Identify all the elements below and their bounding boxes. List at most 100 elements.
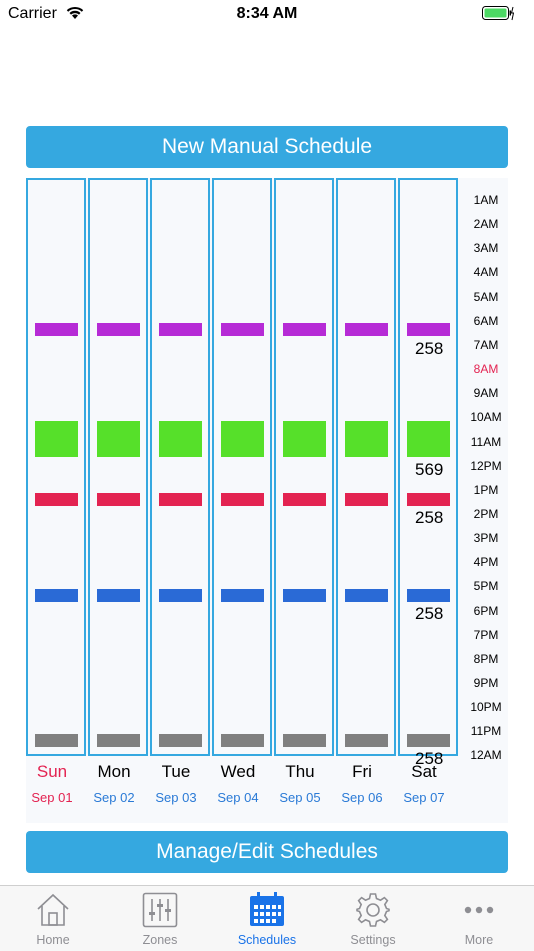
day-date-wed: Sep 04 <box>217 790 259 805</box>
tab-label: Schedules <box>237 933 297 947</box>
tab-zones[interactable]: Zones <box>107 886 213 951</box>
event-block-blue[interactable] <box>345 589 388 602</box>
event-block-magenta[interactable] <box>345 323 388 336</box>
day-column-wed[interactable] <box>212 178 272 756</box>
day-name-sun: Sun <box>36 762 68 781</box>
status-time: 8:34 AM <box>236 5 298 22</box>
event-block-gray[interactable] <box>283 734 326 747</box>
hour-label: 5PM <box>473 579 499 594</box>
home-icon <box>37 893 69 926</box>
day-name-mon: Mon <box>97 762 131 781</box>
event-block-gray[interactable] <box>97 734 140 747</box>
event-block-red[interactable] <box>97 493 140 506</box>
tab-label: More <box>464 933 494 947</box>
day-column-mon[interactable] <box>88 178 148 756</box>
event-block-green[interactable] <box>35 421 78 457</box>
tab-label: Settings <box>350 933 396 947</box>
tab-home[interactable]: Home <box>0 886 106 951</box>
day-date-sat: Sep 07 <box>403 790 445 805</box>
hour-label: 10PM <box>470 700 502 715</box>
event-block-red[interactable] <box>35 493 78 506</box>
event-block-magenta[interactable] <box>97 323 140 336</box>
event-block-gray[interactable] <box>159 734 202 747</box>
status-bar: Carrier 8:34 AM <box>0 0 534 28</box>
calendar-icon <box>250 892 284 926</box>
hour-label: 12AM <box>470 748 502 763</box>
more-icon <box>464 906 494 914</box>
event-block-gray[interactable] <box>407 734 450 747</box>
sliders-icon <box>142 892 178 928</box>
hour-label: 9PM <box>473 676 499 690</box>
event-block-magenta[interactable] <box>407 323 450 336</box>
hour-label: 3AM <box>473 241 499 256</box>
hour-label: 1PM <box>473 482 499 497</box>
event-block-magenta[interactable] <box>159 323 202 336</box>
event-block-gray[interactable] <box>221 734 264 747</box>
zone-label-blue: 258 <box>415 604 444 623</box>
zone-label-green: 569 <box>415 460 444 479</box>
event-block-red[interactable] <box>345 493 388 506</box>
event-block-green[interactable] <box>221 421 264 457</box>
hour-label: 9AM <box>473 386 499 401</box>
hour-label: 12PM <box>470 458 502 473</box>
zone-label-red: 258 <box>415 508 444 527</box>
day-column-fri[interactable] <box>336 178 396 756</box>
event-block-green[interactable] <box>159 421 202 457</box>
tab-bar: Home Zones Schedules Settings More <box>0 885 534 951</box>
event-block-blue[interactable] <box>221 589 264 602</box>
hour-label: 3PM <box>473 531 499 546</box>
hour-label: 7AM <box>473 337 499 352</box>
event-block-magenta[interactable] <box>221 323 264 336</box>
day-name-thu: Thu <box>285 762 315 781</box>
day-name-tue: Tue <box>161 762 191 781</box>
event-block-red[interactable] <box>407 493 450 506</box>
hour-label: 2AM <box>473 217 499 232</box>
tab-settings[interactable]: Settings <box>320 886 426 951</box>
event-block-red[interactable] <box>221 493 264 506</box>
day-column-thu[interactable] <box>274 178 334 756</box>
event-block-green[interactable] <box>97 421 140 457</box>
event-block-blue[interactable] <box>283 589 326 602</box>
event-block-blue[interactable] <box>97 589 140 602</box>
day-column-sun[interactable] <box>26 178 86 756</box>
event-block-gray[interactable] <box>35 734 78 747</box>
hour-label: 4AM <box>473 265 499 280</box>
event-block-green[interactable] <box>407 421 450 457</box>
hour-label: 5AM <box>473 289 499 304</box>
new-manual-schedule-button[interactable]: New Manual Schedule <box>26 126 508 168</box>
event-block-blue[interactable] <box>159 589 202 602</box>
event-block-blue[interactable] <box>407 589 450 602</box>
tab-label: Zones <box>142 933 178 947</box>
event-block-red[interactable] <box>283 493 326 506</box>
battery-icon <box>482 6 514 21</box>
hour-label: 2PM <box>473 506 499 521</box>
tab-more[interactable]: More <box>426 886 532 951</box>
hour-label: 1AM <box>473 193 499 207</box>
event-block-red[interactable] <box>159 493 202 506</box>
event-block-green[interactable] <box>345 421 388 457</box>
hour-label: 6AM <box>473 313 499 328</box>
hour-label: 10AM <box>470 410 502 425</box>
schedule-grid <box>26 178 460 758</box>
gear-icon <box>356 893 390 927</box>
hour-label: 7PM <box>473 627 499 642</box>
tab-schedules[interactable]: Schedules <box>214 886 320 951</box>
hour-label: 11AM <box>470 434 502 449</box>
day-date-fri: Sep 06 <box>341 790 383 805</box>
hour-label: 6PM <box>473 603 499 618</box>
manage-edit-schedules-button[interactable]: Manage/Edit Schedules <box>26 831 508 873</box>
hour-label: 11PM <box>470 724 502 739</box>
hour-label: 8AM <box>473 362 499 377</box>
event-block-magenta[interactable] <box>283 323 326 336</box>
day-name-sat: Sat <box>411 762 437 781</box>
day-date-mon: Sep 02 <box>93 790 135 805</box>
event-block-green[interactable] <box>283 421 326 457</box>
day-column-tue[interactable] <box>150 178 210 756</box>
day-date-tue: Sep 03 <box>155 790 197 805</box>
day-date-thu: Sep 05 <box>279 790 321 805</box>
day-date-sun: Sep 01 <box>31 790 73 805</box>
day-name-fri: Fri <box>352 762 372 781</box>
event-block-magenta[interactable] <box>35 323 78 336</box>
event-block-blue[interactable] <box>35 589 78 602</box>
event-block-gray[interactable] <box>345 734 388 747</box>
